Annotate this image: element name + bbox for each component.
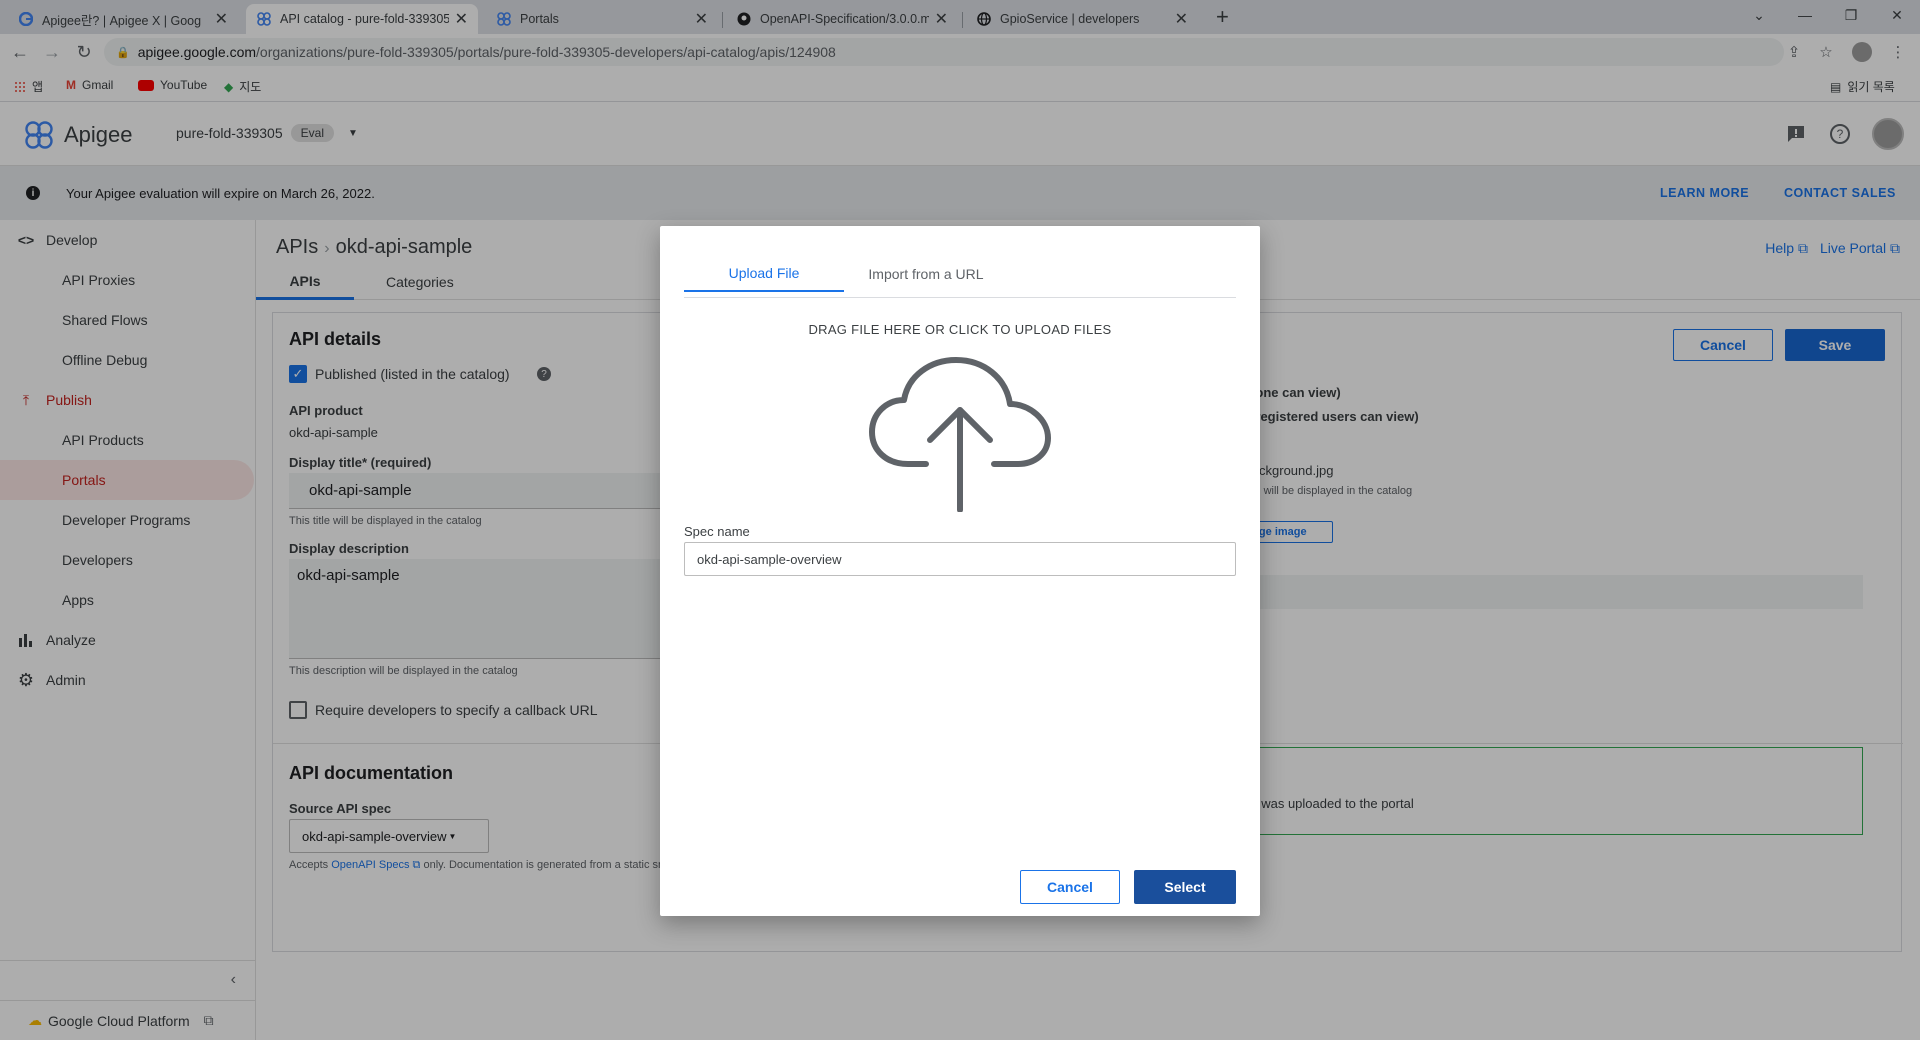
modal-cancel-button[interactable]: Cancel <box>1020 870 1120 904</box>
spec-name-label: Spec name <box>684 524 750 539</box>
spec-name-input[interactable]: okd-api-sample-overview <box>684 542 1236 576</box>
drop-zone-text[interactable]: DRAG FILE HERE OR CLICK TO UPLOAD FILES <box>660 322 1260 337</box>
spec-name-value: okd-api-sample-overview <box>697 551 842 567</box>
tab-upload-file[interactable]: Upload File <box>684 256 844 292</box>
cloud-upload-icon[interactable] <box>868 354 1052 512</box>
modal-select-button[interactable]: Select <box>1134 870 1236 904</box>
tabs-divider <box>684 297 1236 298</box>
tab-import-url[interactable]: Import from a URL <box>846 256 1006 292</box>
upload-spec-dialog: Upload File Import from a URL DRAG FILE … <box>660 226 1260 916</box>
